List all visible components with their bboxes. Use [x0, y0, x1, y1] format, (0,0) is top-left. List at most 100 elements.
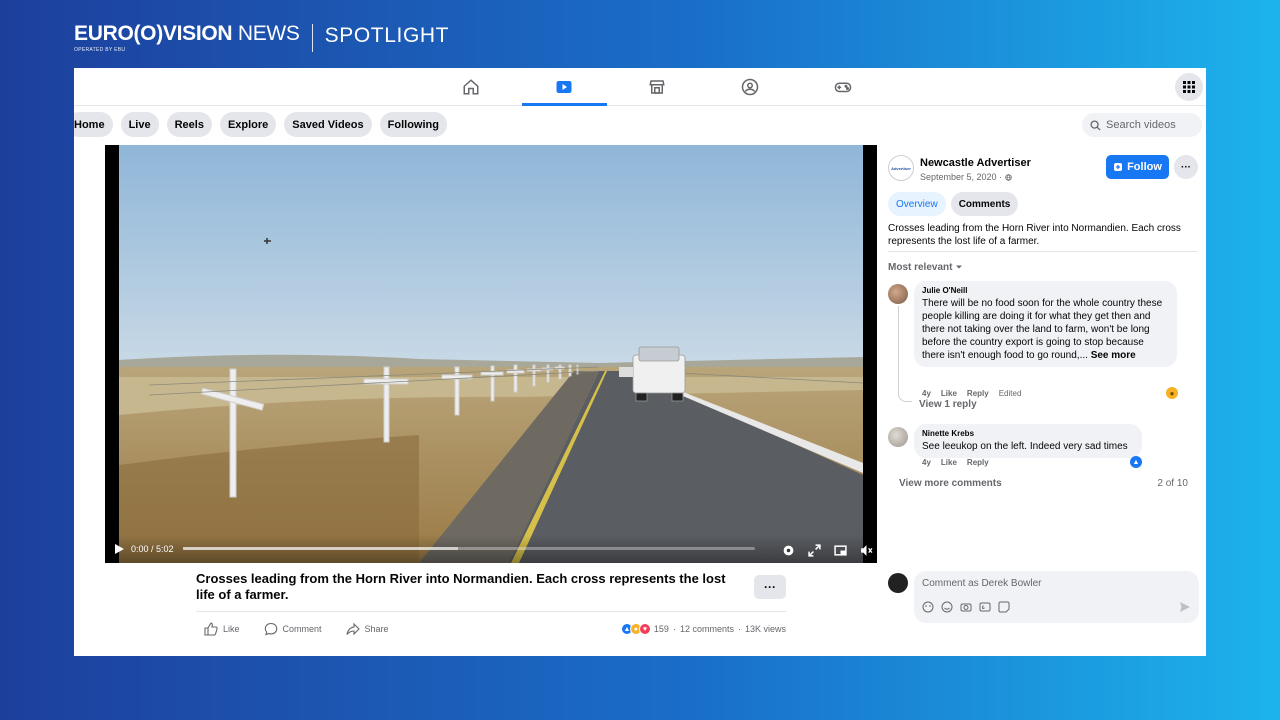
post-action-bar: Like Comment Share ▲ ● ♥ 159 · 12 commen…	[196, 611, 786, 645]
search-input[interactable]: Search videos	[1082, 113, 1202, 137]
avatar[interactable]	[888, 427, 908, 447]
comment-reply-button[interactable]: Reply	[967, 458, 989, 467]
comment-meta: 4y Like Reply Edited	[922, 389, 1021, 398]
emoji-icon[interactable]	[941, 601, 953, 613]
active-tab-indicator	[522, 103, 607, 106]
share-label: Share	[364, 623, 389, 634]
video-icon[interactable]	[553, 77, 575, 97]
post-more-options-button[interactable]: ···	[754, 575, 786, 599]
sort-label: Most relevant	[888, 262, 953, 273]
home-icon[interactable]	[460, 77, 482, 97]
comment-body: See leeukop on the left. Indeed very sad…	[922, 441, 1128, 452]
comment-placeholder: Comment as Derek Bowler	[922, 578, 1042, 589]
see-more-link[interactable]: See more	[1091, 350, 1136, 361]
video-frame-image	[119, 145, 863, 563]
comment-bubble: Ninette Krebs See leeukop on the left. I…	[914, 424, 1142, 458]
comment-author[interactable]: Ninette Krebs	[922, 429, 1134, 438]
chip-explore[interactable]: Explore	[219, 112, 277, 137]
divider	[888, 251, 1198, 252]
comment-like-button[interactable]: Like	[941, 389, 957, 398]
stats-separator: ·	[672, 624, 676, 634]
settings-gear-icon[interactable]	[782, 544, 795, 557]
follow-label: Follow	[1127, 161, 1162, 173]
comment-button[interactable]: Comment	[256, 622, 322, 636]
chip-following[interactable]: Following	[379, 112, 447, 137]
page-more-options-button[interactable]: ···	[1174, 155, 1198, 179]
stats-separator: ·	[737, 624, 741, 634]
page-avatar[interactable]: Advertiser	[888, 155, 914, 181]
logo-vision: VISION	[162, 22, 233, 45]
tab-comments[interactable]: Comments	[950, 192, 1019, 216]
globe-icon	[1004, 174, 1012, 181]
spotlight-label: SPOTLIGHT	[324, 23, 450, 47]
chip-reels[interactable]: Reels	[166, 112, 212, 137]
comment-input[interactable]: Comment as Derek Bowler	[914, 571, 1199, 623]
comment-age: 4y	[922, 458, 931, 467]
comment-like-button[interactable]: Like	[941, 458, 957, 467]
menu-grid-button[interactable]	[1175, 73, 1203, 101]
play-icon[interactable]	[115, 544, 124, 554]
video-progress-bar[interactable]	[183, 547, 755, 550]
share-arrow-icon	[345, 622, 360, 635]
reactions-count[interactable]: 159	[654, 624, 669, 634]
comments-counter: 2 of 10	[1157, 478, 1188, 489]
comment-bubble: Julie O'Neill There will be no food soon…	[914, 281, 1177, 367]
comments-count[interactable]: 12 comments	[680, 624, 734, 634]
logo-o: (O)	[133, 22, 163, 45]
chip-live[interactable]: Live	[120, 112, 159, 137]
post-title: Crosses leading from the Horn River into…	[196, 571, 726, 602]
like-reaction-icon: ▲	[1130, 456, 1142, 468]
avatar[interactable]	[888, 284, 908, 304]
expand-icon[interactable]	[808, 544, 821, 557]
views-count: 13K views	[744, 624, 786, 634]
post-date: September 5, 2020 ·	[920, 172, 1012, 182]
tab-overview[interactable]: Overview	[888, 192, 946, 216]
post-date-text: September 5, 2020 ·	[920, 172, 1003, 182]
avatar-sticker-icon[interactable]	[922, 601, 934, 613]
logo-news: NEWS	[237, 22, 300, 45]
page-name[interactable]: Newcastle Advertiser	[920, 157, 1031, 169]
follow-button[interactable]: Follow	[1106, 155, 1169, 179]
search-placeholder: Search videos	[1106, 119, 1176, 131]
gif-icon[interactable]	[979, 601, 991, 613]
mute-icon[interactable]	[860, 544, 873, 557]
like-button[interactable]: Like	[196, 621, 240, 636]
sad-reaction-icon: ●	[1166, 387, 1178, 399]
marketplace-icon[interactable]	[646, 77, 668, 97]
thread-connector	[898, 306, 912, 402]
share-button[interactable]: Share	[338, 622, 389, 636]
thumbs-up-icon	[204, 621, 218, 636]
picture-in-picture-icon[interactable]	[834, 544, 847, 557]
grid-icon	[1183, 81, 1195, 93]
comment-label: Comment	[282, 623, 322, 634]
top-navigation	[74, 68, 1206, 106]
video-player[interactable]: 0:00 / 5:02	[105, 145, 877, 563]
eurovision-logo: EURO(O)VISION NEWS OPERATED BY EBU	[74, 22, 300, 53]
logo-subtitle: OPERATED BY EBU	[74, 47, 126, 53]
brand-divider	[311, 23, 313, 52]
comment-author[interactable]: Julie O'Neill	[922, 286, 1169, 295]
send-icon[interactable]	[1179, 601, 1191, 613]
camera-icon[interactable]	[960, 601, 972, 613]
logo-euro: EURO	[74, 22, 134, 45]
comment-reply-button[interactable]: Reply	[967, 389, 989, 398]
edited-label: Edited	[998, 389, 1022, 398]
page-avatar-text: Advertiser	[891, 165, 911, 171]
video-buffered-fill	[183, 547, 458, 550]
video-time: 0:00 / 5:02	[131, 544, 174, 554]
composer-tools	[922, 601, 1010, 613]
chip-home[interactable]: Home	[74, 112, 113, 137]
post-details-panel: Advertiser Newcastle Advertiser Septembe…	[884, 145, 1206, 655]
post-description: Crosses leading from the Horn River into…	[888, 223, 1181, 247]
view-replies-link[interactable]: View 1 reply	[919, 399, 977, 410]
chip-saved-videos[interactable]: Saved Videos	[284, 112, 372, 137]
search-icon	[1090, 119, 1101, 131]
details-tabs: Overview Comments	[888, 192, 1019, 216]
groups-icon[interactable]	[739, 77, 761, 97]
sticker-icon[interactable]	[998, 601, 1010, 613]
comment-sort-dropdown[interactable]: Most relevant	[888, 262, 963, 273]
follow-icon	[1114, 163, 1123, 171]
gaming-icon[interactable]	[832, 77, 854, 97]
view-more-comments-link[interactable]: View more comments	[899, 478, 1002, 489]
like-label: Like	[223, 623, 240, 634]
